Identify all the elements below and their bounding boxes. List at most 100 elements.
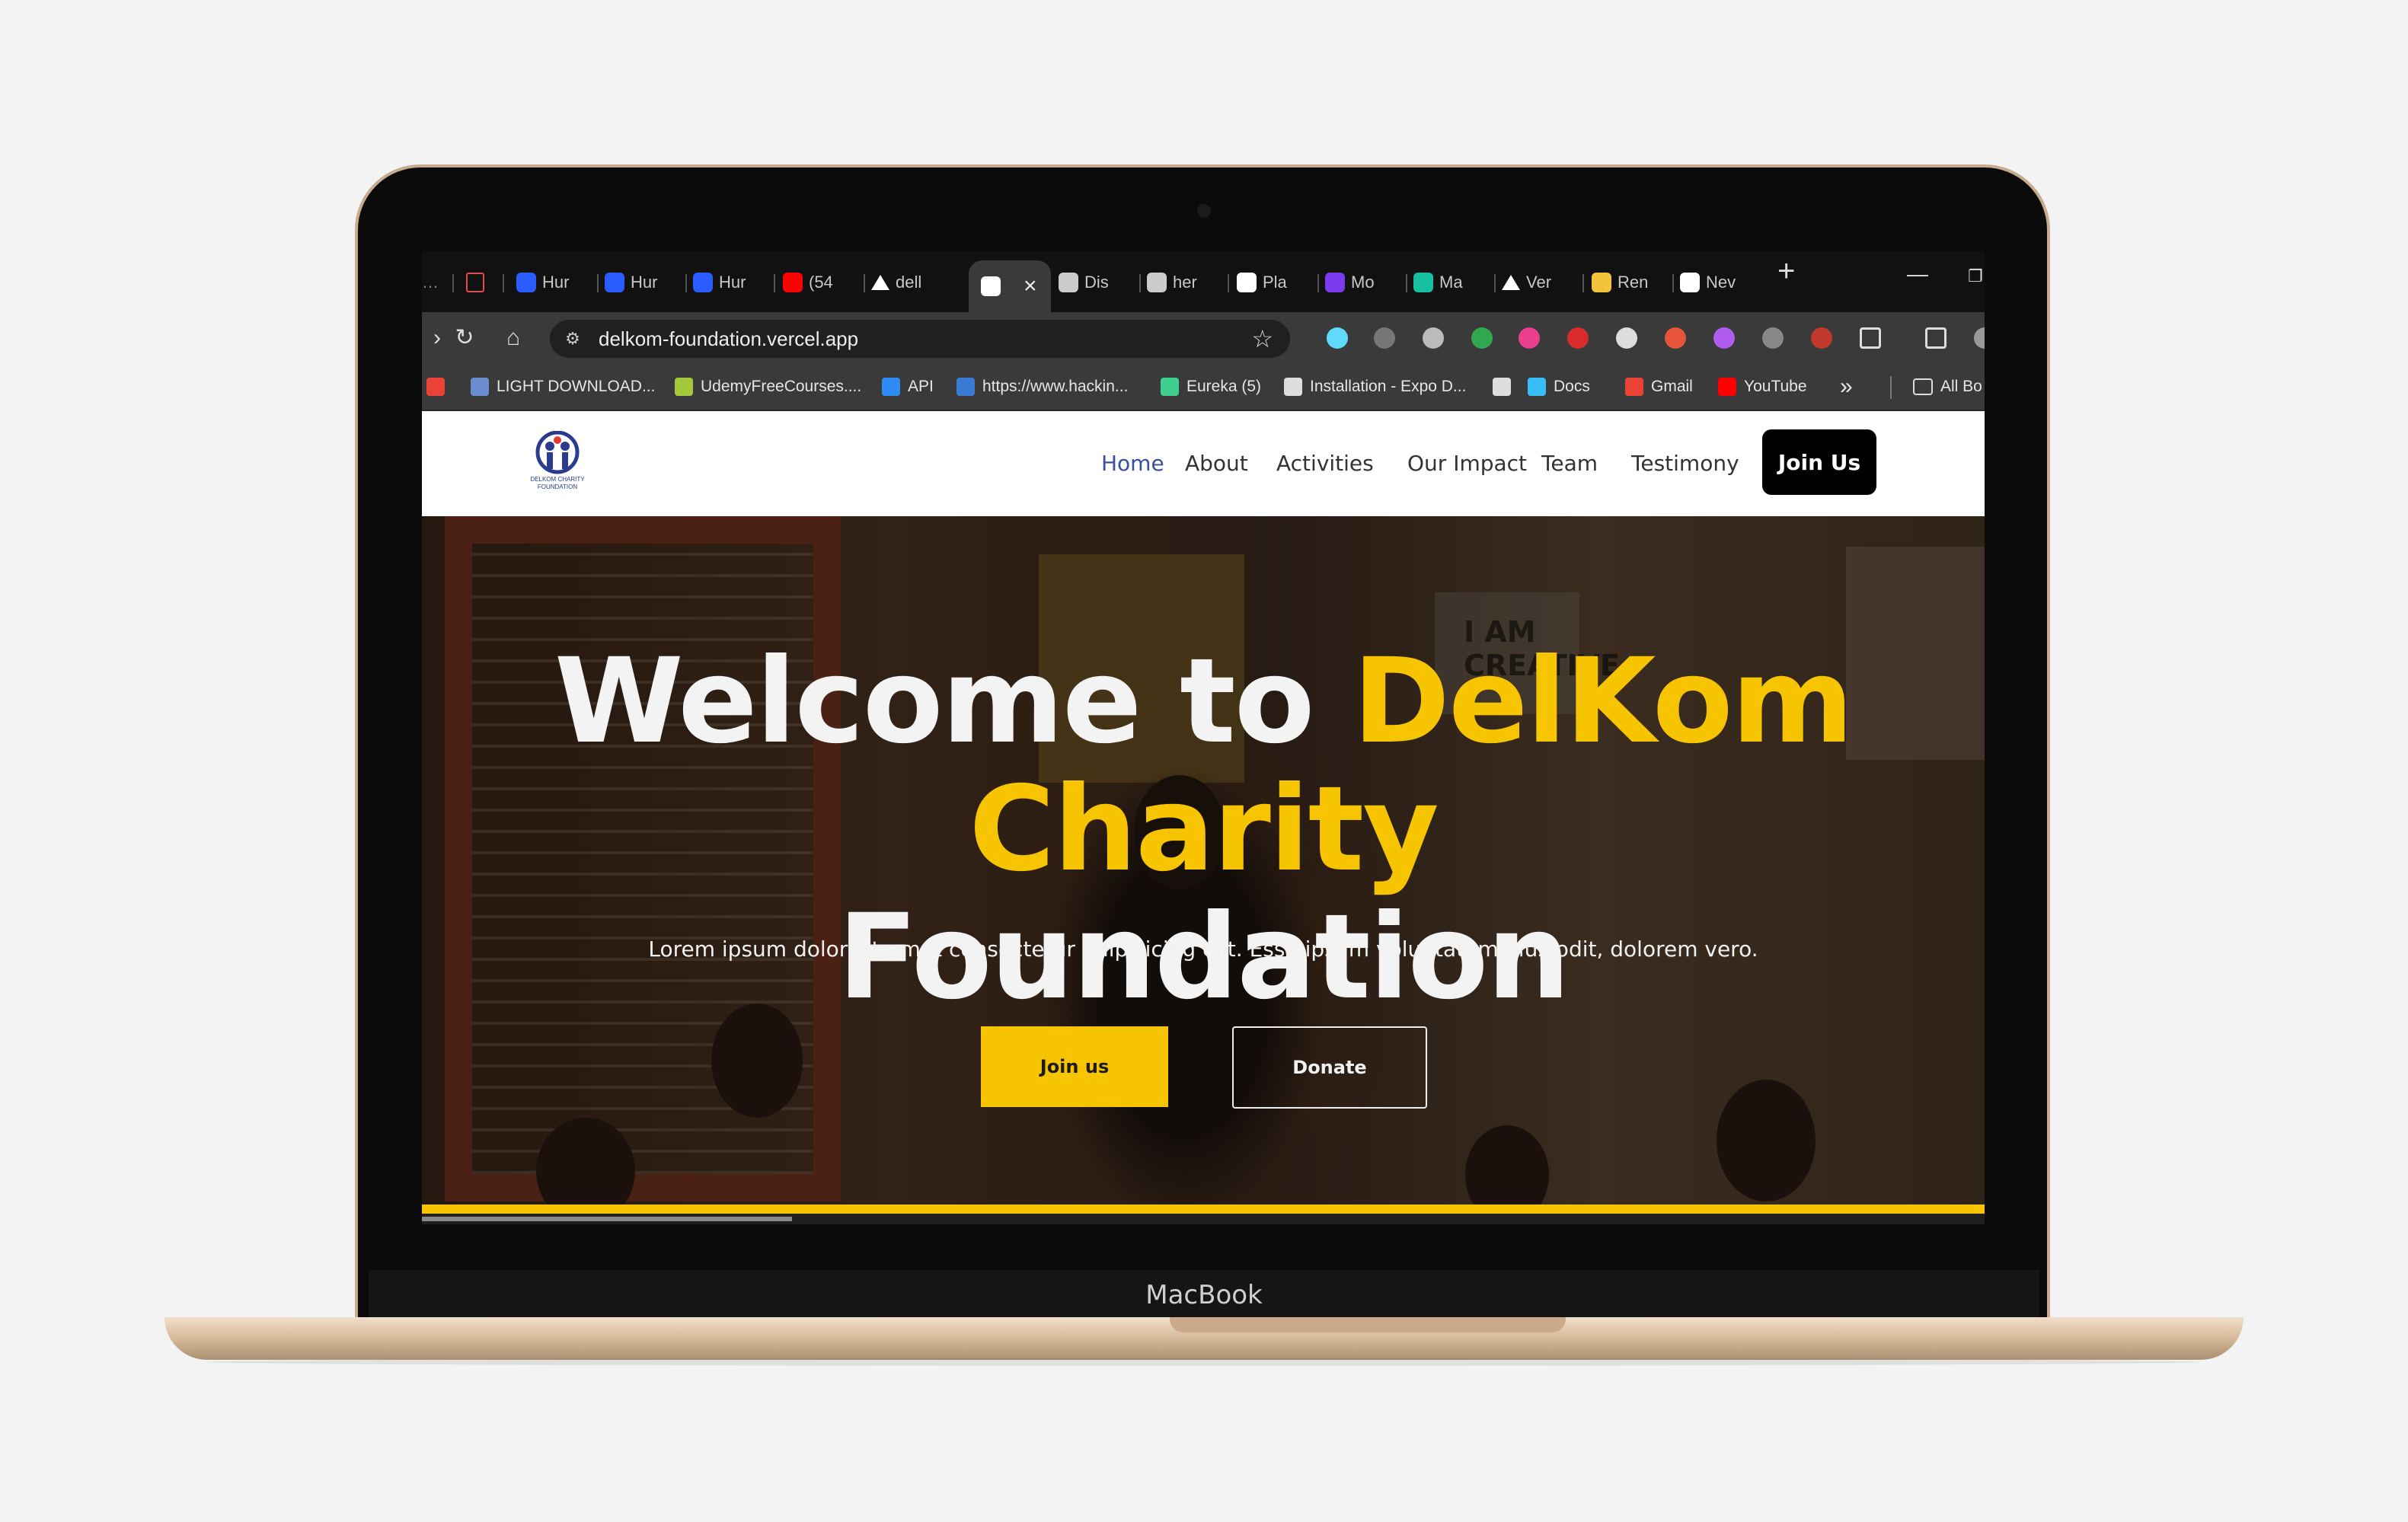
- browser-tab[interactable]: dell: [871, 263, 947, 302]
- tab-label: (54: [809, 273, 833, 292]
- home-icon[interactable]: ⌂: [498, 323, 529, 353]
- join-us-button[interactable]: Join Us: [1762, 429, 1876, 495]
- bookmark-item[interactable]: »: [1840, 364, 1853, 410]
- ublock-icon[interactable]: [1811, 327, 1832, 349]
- address-bar[interactable]: ⚙ delkom-foundation.vercel.app ☆: [550, 320, 1290, 358]
- vercel-icon: [1502, 275, 1520, 290]
- tab-label: her: [1173, 273, 1197, 292]
- browser-tab[interactable]: Ren: [1592, 263, 1668, 302]
- tab-pinned[interactable]: [466, 263, 484, 302]
- react-devtools-icon[interactable]: [1327, 327, 1348, 349]
- browser-tab[interactable]: ×: [969, 260, 1051, 312]
- url-text[interactable]: delkom-foundation.vercel.app: [599, 320, 858, 358]
- profile-avatar-icon[interactable]: [1974, 327, 1985, 349]
- bookmark-label: Eureka (5): [1186, 378, 1262, 395]
- robot-icon: [1413, 273, 1433, 292]
- download-site-icon: [471, 378, 489, 396]
- vercel-icon: [871, 275, 889, 290]
- nav-about[interactable]: About: [1185, 451, 1248, 476]
- browser-tab[interactable]: her: [1147, 263, 1223, 302]
- tab-separator: [1582, 274, 1584, 292]
- bookmark-label: Docs: [1554, 378, 1590, 395]
- browser-tab[interactable]: Ver: [1502, 263, 1578, 302]
- font-icon[interactable]: [1567, 327, 1589, 349]
- bookmark-item[interactable]: [426, 364, 452, 410]
- nav-home[interactable]: Home: [1101, 451, 1164, 476]
- website: DELKOM CHARITY FOUNDATION Home About Act…: [422, 411, 1985, 1224]
- nav-our-impact[interactable]: Our Impact: [1407, 451, 1527, 476]
- horizontal-scrollbar[interactable]: [422, 1217, 792, 1221]
- reload-icon[interactable]: ↻: [449, 323, 480, 353]
- restore-button[interactable]: ❐: [1968, 266, 1983, 286]
- extensions-icon[interactable]: [1860, 327, 1881, 349]
- search-icon: [516, 273, 536, 292]
- browser-tab[interactable]: (54: [783, 263, 859, 302]
- delkom-logo[interactable]: DELKOM CHARITY FOUNDATION: [525, 431, 589, 496]
- close-tab-icon[interactable]: ×: [1024, 273, 1037, 299]
- tab-separator: [452, 274, 454, 292]
- bug-icon[interactable]: [1374, 327, 1395, 349]
- nav-activities[interactable]: Activities: [1276, 451, 1374, 476]
- bookmark-item[interactable]: API: [882, 364, 934, 410]
- expo-icon: [1284, 378, 1302, 396]
- hero-join-button[interactable]: Join us: [981, 1026, 1168, 1107]
- globe-icon: [1147, 273, 1167, 292]
- browser-tab[interactable]: Pla: [1237, 263, 1313, 302]
- record-icon[interactable]: [1423, 327, 1444, 349]
- site-info-icon[interactable]: ⚙: [562, 328, 583, 349]
- browser-tab[interactable]: Ma: [1413, 263, 1490, 302]
- bookmark-item[interactable]: UdemyFreeCourses....: [675, 364, 861, 410]
- bookmark-label: »: [1840, 374, 1853, 399]
- bookmark-item[interactable]: LIGHT DOWNLOAD...: [471, 364, 655, 410]
- hero-donate-button[interactable]: Donate: [1232, 1026, 1427, 1109]
- bookmark-label: All Bo: [1940, 378, 1982, 395]
- youtube-icon: [1718, 378, 1736, 396]
- paint-icon[interactable]: [1713, 327, 1735, 349]
- bookmark-item[interactable]: Docs: [1528, 364, 1590, 410]
- browser-tab[interactable]: Hur: [516, 263, 592, 302]
- tab-label: Hur: [542, 273, 570, 292]
- dropper-icon[interactable]: [1762, 327, 1784, 349]
- bookmark-item[interactable]: All Bo: [1913, 364, 1982, 410]
- colorzilla-icon[interactable]: [1665, 327, 1686, 349]
- bookmark-item[interactable]: https://www.hackin...: [956, 364, 1128, 410]
- download-icon[interactable]: [1925, 327, 1947, 349]
- browser-tab[interactable]: Dis: [1059, 263, 1135, 302]
- browser-tab[interactable]: Hur: [605, 263, 681, 302]
- device-label: MacBook: [1145, 1280, 1263, 1310]
- tab-separator: [1406, 274, 1407, 292]
- browser-tab[interactable]: Nev: [1680, 263, 1756, 302]
- tab-strip: … Hur Hur Hur (54 dell × Dis her Pla Mo Ma Ver Ren Ne…: [422, 251, 1985, 312]
- app-icon: [466, 273, 484, 292]
- bookmark-label: YouTube: [1744, 378, 1807, 395]
- youtube-icon: [783, 273, 803, 292]
- tab-separator: [864, 274, 865, 292]
- tab-label: Pla: [1263, 273, 1287, 292]
- new-tab-button[interactable]: +: [1777, 254, 1795, 289]
- bookmark-item[interactable]: Eureka (5): [1161, 364, 1261, 410]
- hero-title-prefix: Welcome to: [554, 633, 1353, 770]
- bookmark-item[interactable]: Gmail: [1625, 364, 1693, 410]
- color-picker-icon[interactable]: [1519, 327, 1540, 349]
- minimize-button[interactable]: —: [1907, 262, 1928, 286]
- android-icon[interactable]: [1471, 327, 1493, 349]
- nav-testimony[interactable]: Testimony: [1631, 451, 1739, 476]
- browser-tab[interactable]: Mo: [1325, 263, 1401, 302]
- forward-button[interactable]: ›: [422, 323, 452, 353]
- tab-separator: [503, 274, 504, 292]
- nav-team[interactable]: Team: [1541, 451, 1598, 476]
- vscode-icon: [882, 378, 900, 396]
- hero-bottom-accent-bar: [422, 1205, 1985, 1214]
- tab-overflow[interactable]: …: [422, 263, 439, 302]
- bookmark-item[interactable]: YouTube: [1718, 364, 1807, 410]
- laptop-base: [164, 1317, 2244, 1360]
- laptop-shadow: [206, 1358, 2201, 1366]
- eureka-icon: [1161, 378, 1179, 396]
- qr-code-icon[interactable]: [1616, 327, 1637, 349]
- bookmark-label: Gmail: [1651, 378, 1693, 395]
- tab-label: Ma: [1439, 273, 1463, 292]
- bookmark-star-icon[interactable]: ☆: [1251, 324, 1273, 353]
- bookmark-item[interactable]: Installation - Expo D...: [1284, 364, 1466, 410]
- bookmark-item[interactable]: [1493, 364, 1519, 410]
- browser-tab[interactable]: Hur: [693, 263, 769, 302]
